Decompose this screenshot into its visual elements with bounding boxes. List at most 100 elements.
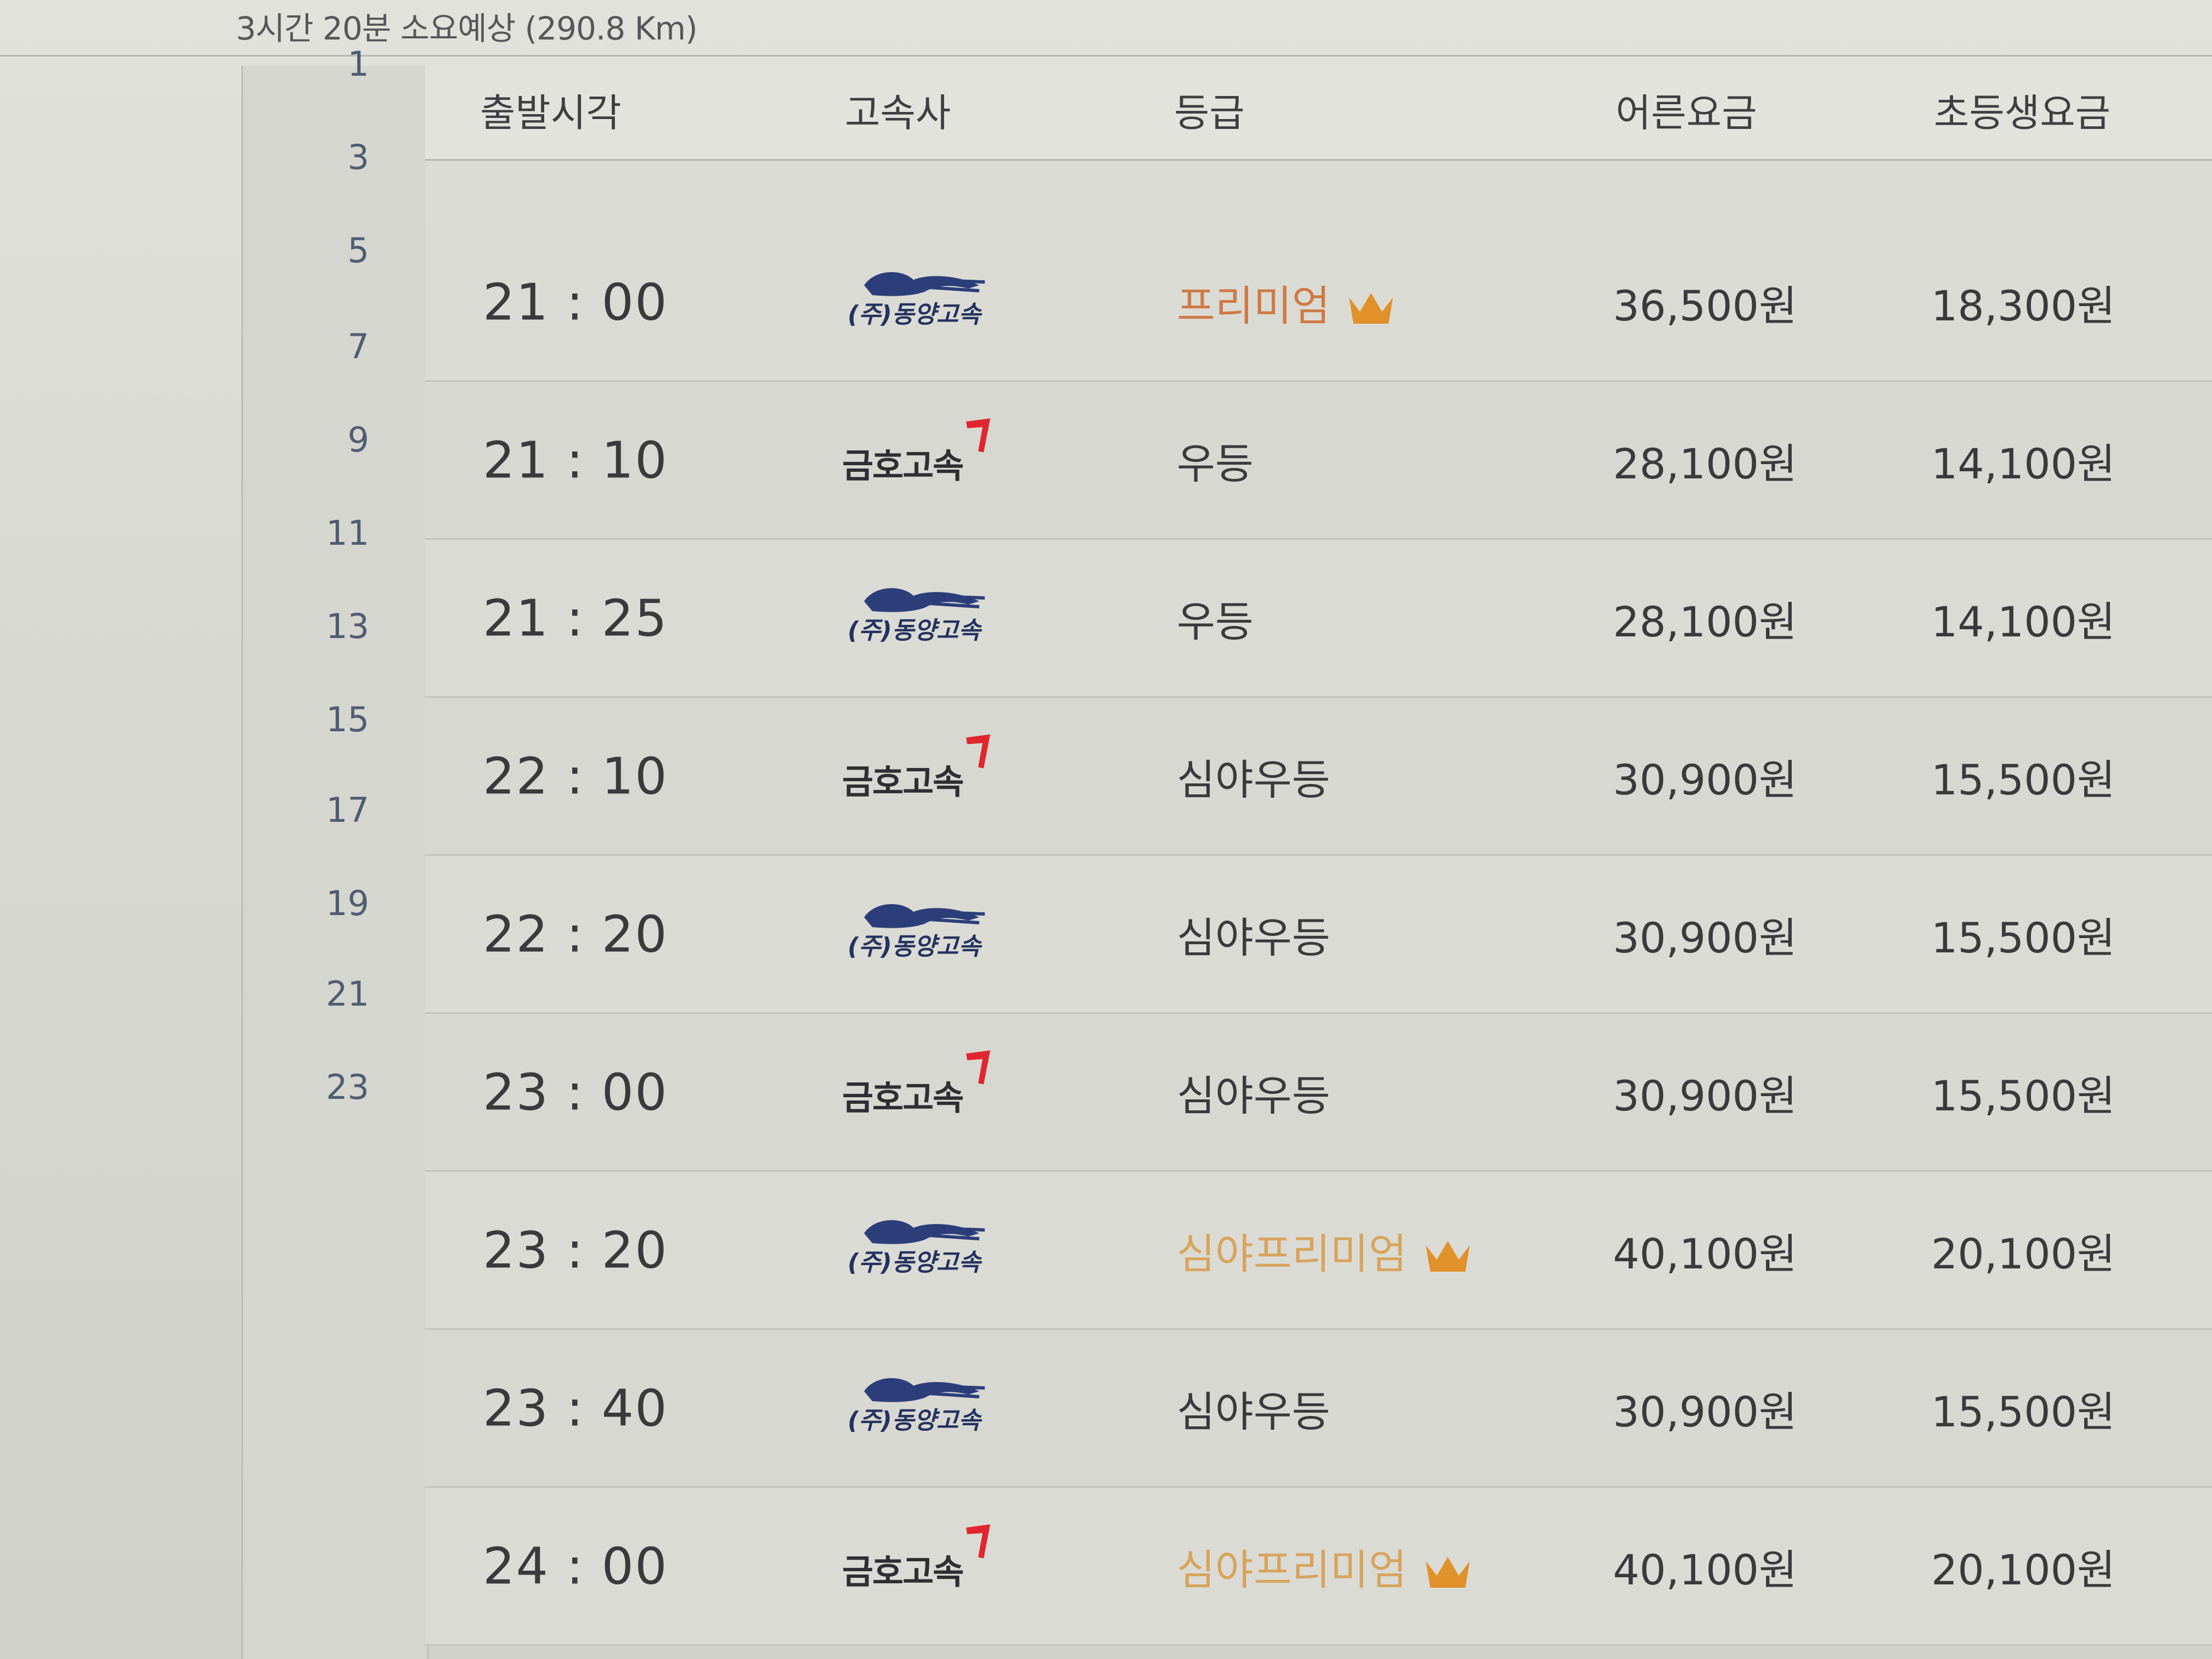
child-fare: 14,100원: [1931, 597, 2115, 646]
grade-cell: 프리미엄: [1177, 272, 1396, 332]
departure-time: 22 : 10: [483, 747, 668, 805]
table-header: 출발시각 고속사 등급 어른요금 초등생요금: [425, 66, 2212, 161]
grade-cell: 심야프리미엄: [1177, 1220, 1473, 1280]
departure-time: 23 : 40: [483, 1379, 668, 1437]
company-name: 금호고속: [842, 761, 964, 802]
kumho-logo: 금호고속: [842, 1050, 991, 1119]
company-name: (주)동양고속: [848, 933, 983, 961]
company-name: 금호고속: [842, 1551, 964, 1592]
table-row-partial[interactable]: [425, 161, 2212, 225]
crown-icon: [1425, 1240, 1470, 1272]
table-row[interactable]: 21 : 25 (주)동양고속 우등 28,100원 14,100원: [425, 540, 2212, 698]
child-fare: 20,100원: [1931, 1229, 2115, 1278]
grade-label: 심야우등: [1177, 1071, 1330, 1120]
departure-time: 23 : 00: [483, 1063, 668, 1121]
grade-label: 심야프리미엄: [1177, 1545, 1407, 1594]
header-child-fare: 초등생요금: [1934, 91, 2111, 136]
company-name: (주)동양고속: [848, 617, 983, 645]
departure-time: 24 : 00: [483, 1537, 668, 1595]
grade-label: 심야우등: [1177, 755, 1330, 804]
adult-fare: 30,900원: [1613, 1387, 1797, 1436]
grade-cell: 우등: [1177, 588, 1254, 648]
company-cell: 금호고속: [842, 1524, 991, 1595]
child-fare: 20,100원: [1931, 1545, 2115, 1594]
grade-label: 프리미엄: [1177, 281, 1330, 330]
kumho-logo: 금호고속: [842, 734, 991, 803]
child-fare: 14,100원: [1931, 439, 2115, 488]
company-name: 금호고속: [842, 1077, 964, 1118]
grade-cell: 심야우등: [1177, 904, 1330, 964]
line-number: 11: [326, 513, 369, 553]
departure-time: 21 : 00: [483, 273, 668, 331]
trip-duration-summary: 3시간 20분 소요예상 (290.8 Km): [236, 10, 698, 47]
line-number: 23: [326, 1067, 369, 1107]
timetable: 출발시각 고속사 등급 어른요금 초등생요금 21 : 00 (주)동양고속 프리미…: [425, 66, 2212, 1659]
crown-icon: [1425, 1556, 1470, 1588]
adult-fare: 40,100원: [1613, 1229, 1797, 1278]
child-fare: 15,500원: [1931, 1387, 2115, 1436]
company-cell: (주)동양고속: [842, 263, 1001, 341]
grade-label: 심야우등: [1177, 1387, 1330, 1436]
grade-cell: 심야프리미엄: [1177, 1536, 1473, 1596]
grade-label: 우등: [1177, 597, 1254, 646]
grade-cell: 심야우등: [1177, 1378, 1330, 1438]
kumho-arrow-icon: [966, 1050, 991, 1084]
dongyang-logo: (주)동양고속: [848, 904, 985, 961]
child-fare: 15,500원: [1931, 755, 2115, 804]
adult-fare: 36,500원: [1613, 281, 1797, 330]
line-number: 15: [326, 699, 369, 740]
line-number: 19: [326, 883, 369, 923]
company-cell: (주)동양고속: [842, 895, 1001, 973]
bus-timetable-page: 3시간 20분 소요예상 (290.8 Km) 1 3 5 7 9 11 13 15 17 19 2…: [0, 0, 2212, 1659]
company-cell: (주)동양고속: [842, 1211, 1001, 1289]
grade-cell: 심야우등: [1177, 746, 1330, 806]
line-number-gutter: 1 3 5 7 9 11 13 15 17 19 21 23: [241, 44, 429, 1659]
table-row[interactable]: 23 : 00 금호고속 심야우등 30,900원 15,500원: [425, 1014, 2212, 1172]
adult-fare: 28,100원: [1613, 597, 1797, 646]
child-fare: 15,500원: [1931, 1071, 2115, 1120]
adult-fare: 30,900원: [1613, 913, 1797, 962]
header-grade: 등급: [1174, 91, 1245, 136]
partial-row-residue: [483, 161, 496, 184]
line-number: 3: [347, 137, 369, 177]
line-number: 1: [347, 44, 369, 84]
table-row[interactable]: 22 : 10 금호고속 심야우등 30,900원 15,500원: [425, 698, 2212, 856]
company-cell: (주)동양고속: [842, 579, 1001, 657]
crown-icon: [1348, 292, 1393, 324]
header-adult-fare: 어른요금: [1616, 91, 1757, 136]
departure-time: 23 : 20: [483, 1221, 668, 1279]
grade-cell: 우등: [1177, 430, 1254, 490]
adult-fare: 40,100원: [1613, 1545, 1797, 1594]
grade-cell: 심야우등: [1177, 1062, 1330, 1122]
table-row[interactable]: 21 : 00 (주)동양고속 프리미엄 36,500원 18,300원: [425, 224, 2212, 382]
grade-label: 심야프리미엄: [1177, 1229, 1407, 1278]
company-cell: 금호고속: [842, 418, 991, 489]
company-cell: 금호고속: [842, 734, 991, 805]
line-number: 17: [326, 790, 369, 830]
dongyang-logo: (주)동양고속: [848, 1378, 985, 1435]
table-row[interactable]: 23 : 40 (주)동양고속 심야우등 30,900원 15,500원: [425, 1330, 2212, 1488]
grade-label: 우등: [1177, 439, 1254, 488]
grade-label: 심야우등: [1177, 913, 1330, 962]
kumho-arrow-icon: [966, 418, 991, 452]
departure-time: 21 : 10: [483, 431, 668, 489]
table-row[interactable]: 24 : 00 금호고속 심야프리미엄 40,100원 20,100원: [425, 1488, 2212, 1646]
dongyang-logo: (주)동양고속: [848, 1220, 985, 1277]
kumho-arrow-icon: [966, 734, 991, 768]
adult-fare: 30,900원: [1613, 755, 1797, 804]
child-fare: 15,500원: [1931, 913, 2115, 962]
company-cell: 금호고속: [842, 1050, 991, 1121]
line-number: 21: [326, 974, 369, 1014]
dongyang-logo: (주)동양고속: [848, 272, 985, 329]
table-row[interactable]: 22 : 20 (주)동양고속 심야우등 30,900원 15,500원: [425, 856, 2212, 1014]
kumho-arrow-icon: [966, 1524, 991, 1558]
line-number: 13: [326, 606, 369, 646]
kumho-logo: 금호고속: [842, 1524, 991, 1593]
table-row[interactable]: 23 : 20 (주)동양고속 심야프리미엄 40,100원 20,100원: [425, 1172, 2212, 1330]
departure-time: 21 : 25: [483, 589, 668, 647]
kumho-logo: 금호고속: [842, 418, 991, 487]
company-cell: (주)동양고속: [842, 1369, 1001, 1447]
table-row[interactable]: 21 : 10 금호고속 우등 28,100원 14,100원: [425, 382, 2212, 540]
departure-time: 22 : 20: [483, 905, 668, 963]
company-name: (주)동양고속: [848, 1249, 983, 1277]
